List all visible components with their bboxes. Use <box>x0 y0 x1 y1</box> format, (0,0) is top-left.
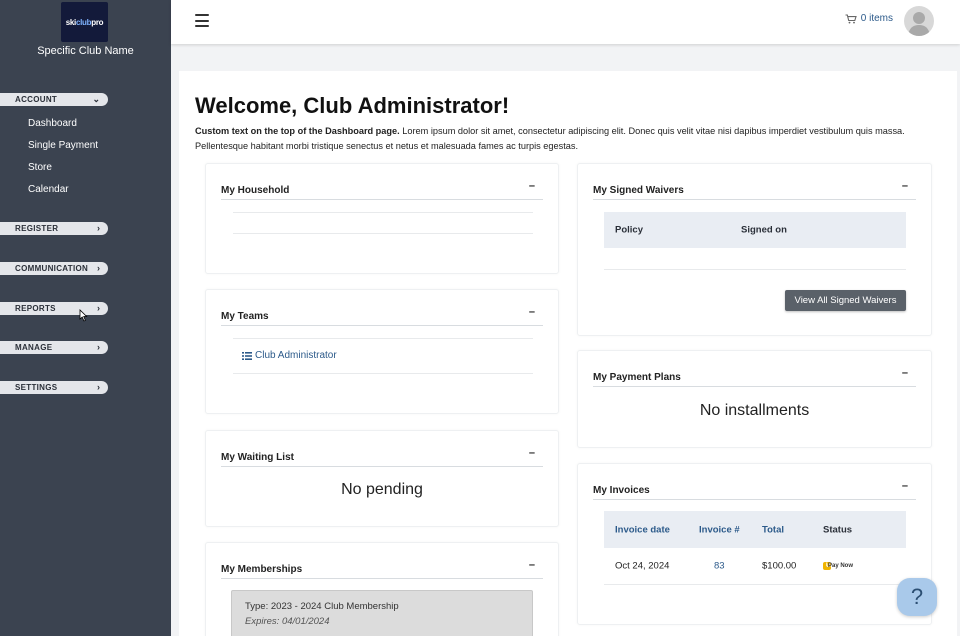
column-signed-on: Signed on <box>741 224 787 236</box>
sidebar-section-reports[interactable]: REPORTS › <box>0 302 108 315</box>
card-header: My Memberships – <box>221 559 543 579</box>
collapse-icon[interactable]: – <box>902 180 908 192</box>
intro-bold: Custom text on the top of the Dashboard … <box>195 126 400 136</box>
column-invoice-number[interactable]: Invoice # <box>699 524 740 535</box>
sidebar-section-account[interactable]: ACCOUNT ⌄ <box>0 93 108 106</box>
card-header: My Payment Plans – <box>593 367 916 387</box>
menu-icon[interactable] <box>195 14 209 27</box>
waiting-list-card: My Waiting List – No pending <box>205 430 559 527</box>
chevron-right-icon: › <box>97 303 100 313</box>
page-title: Welcome, Club Administrator! <box>195 93 510 118</box>
table-row: Oct 24, 2024 83 $100.00 Unpaid - Pay Now <box>604 548 906 584</box>
sidebar-item-calendar[interactable]: Calendar <box>28 184 69 195</box>
sidebar-section-settings[interactable]: SETTINGS › <box>0 381 108 394</box>
intro-text: Custom text on the top of the Dashboard … <box>195 124 940 154</box>
chevron-right-icon: › <box>97 382 100 392</box>
sidebar-section-label: ACCOUNT <box>15 95 58 104</box>
invoices-card: My Invoices – Invoice date Invoice # Tot… <box>577 463 932 625</box>
user-avatar[interactable] <box>904 6 934 36</box>
sidebar-section-register[interactable]: REGISTER › <box>0 222 108 235</box>
empty-message: No installments <box>699 402 810 419</box>
team-link[interactable]: Club Administrator <box>242 350 337 361</box>
invoice-date: Oct 24, 2024 <box>615 560 670 572</box>
divider <box>233 338 533 339</box>
sidebar: skiclubpro Specific Club Name ACCOUNT ⌄ … <box>0 0 171 636</box>
sidebar-section-label: REGISTER <box>15 224 59 233</box>
divider <box>233 212 533 213</box>
invoice-number-link[interactable]: 83 <box>714 561 725 572</box>
collapse-icon[interactable]: – <box>902 367 908 379</box>
cart-icon <box>845 13 857 23</box>
divider <box>604 584 906 585</box>
user-silhouette-icon <box>908 12 930 36</box>
collapse-icon[interactable]: – <box>529 447 535 459</box>
club-name: Specific Club Name <box>37 45 134 57</box>
sidebar-section-label: MANAGE <box>15 343 53 352</box>
card-title: My Invoices <box>593 485 650 496</box>
card-title: My Signed Waivers <box>593 185 684 196</box>
membership-type: Type: 2023 - 2024 Club Membership <box>245 601 399 612</box>
sidebar-item-single-payment[interactable]: Single Payment <box>28 140 98 151</box>
collapse-icon[interactable]: – <box>529 180 535 192</box>
table-header: Policy Signed on <box>604 212 906 248</box>
club-logo[interactable]: skiclubpro <box>61 2 108 42</box>
sidebar-section-label: SETTINGS <box>15 383 58 392</box>
divider <box>233 233 533 234</box>
signed-waivers-card: My Signed Waivers – Policy Signed on Vie… <box>577 163 932 336</box>
membership-item[interactable]: Type: 2023 - 2024 Club Membership Expire… <box>231 590 533 636</box>
card-title: My Waiting List <box>221 452 294 463</box>
sidebar-section-manage[interactable]: MANAGE › <box>0 341 108 354</box>
status-badge[interactable]: Unpaid - Pay Now <box>823 562 853 570</box>
card-title: My Household <box>221 185 290 196</box>
column-status: Status <box>823 524 853 535</box>
sidebar-section-label: COMMUNICATION <box>15 264 89 273</box>
list-icon <box>242 351 252 360</box>
invoice-total: $100.00 <box>762 560 797 572</box>
membership-expires: Expires: 04/01/2024 <box>245 616 330 627</box>
card-header: My Household – <box>221 180 543 200</box>
household-card: My Household – <box>205 163 559 274</box>
cart-count: 0 items <box>860 13 893 24</box>
card-title: My Memberships <box>221 564 303 575</box>
team-name: Club Administrator <box>255 350 337 361</box>
sidebar-item-dashboard[interactable]: Dashboard <box>28 118 77 129</box>
payment-plans-card: My Payment Plans – No installments <box>577 350 932 448</box>
card-header: My Waiting List – <box>221 447 543 467</box>
column-total[interactable]: Total <box>762 524 784 535</box>
mouse-cursor-icon <box>79 309 88 322</box>
card-title: My Payment Plans <box>593 372 681 383</box>
sidebar-section-label: REPORTS <box>15 304 56 313</box>
sidebar-section-communication[interactable]: COMMUNICATION › <box>0 262 108 275</box>
sidebar-item-store[interactable]: Store <box>28 162 52 173</box>
cart-button[interactable]: 0 items <box>845 13 893 24</box>
collapse-icon[interactable]: – <box>529 559 535 571</box>
divider <box>604 269 906 270</box>
card-header: My Teams – <box>221 306 543 326</box>
table-header: Invoice date Invoice # Total Status <box>604 511 906 548</box>
help-button[interactable]: ? <box>897 578 937 616</box>
card-header: My Signed Waivers – <box>593 180 916 200</box>
top-bar: 0 items <box>171 0 960 44</box>
collapse-icon[interactable]: – <box>902 480 908 492</box>
empty-message: No pending <box>341 481 423 498</box>
card-header: My Invoices – <box>593 480 916 500</box>
teams-card: My Teams – Club Administrator <box>205 289 559 414</box>
column-invoice-date[interactable]: Invoice date <box>615 524 670 535</box>
column-policy: Policy <box>615 224 643 236</box>
chevron-right-icon: › <box>97 263 100 273</box>
collapse-icon[interactable]: – <box>529 306 535 318</box>
card-title: My Teams <box>221 311 269 322</box>
divider <box>233 373 533 374</box>
logo-text: skiclubpro <box>65 17 104 27</box>
chevron-down-icon: ⌄ <box>92 94 100 104</box>
view-all-waivers-button[interactable]: View All Signed Waivers <box>785 290 906 311</box>
chevron-right-icon: › <box>97 223 100 233</box>
chevron-right-icon: › <box>97 342 100 352</box>
